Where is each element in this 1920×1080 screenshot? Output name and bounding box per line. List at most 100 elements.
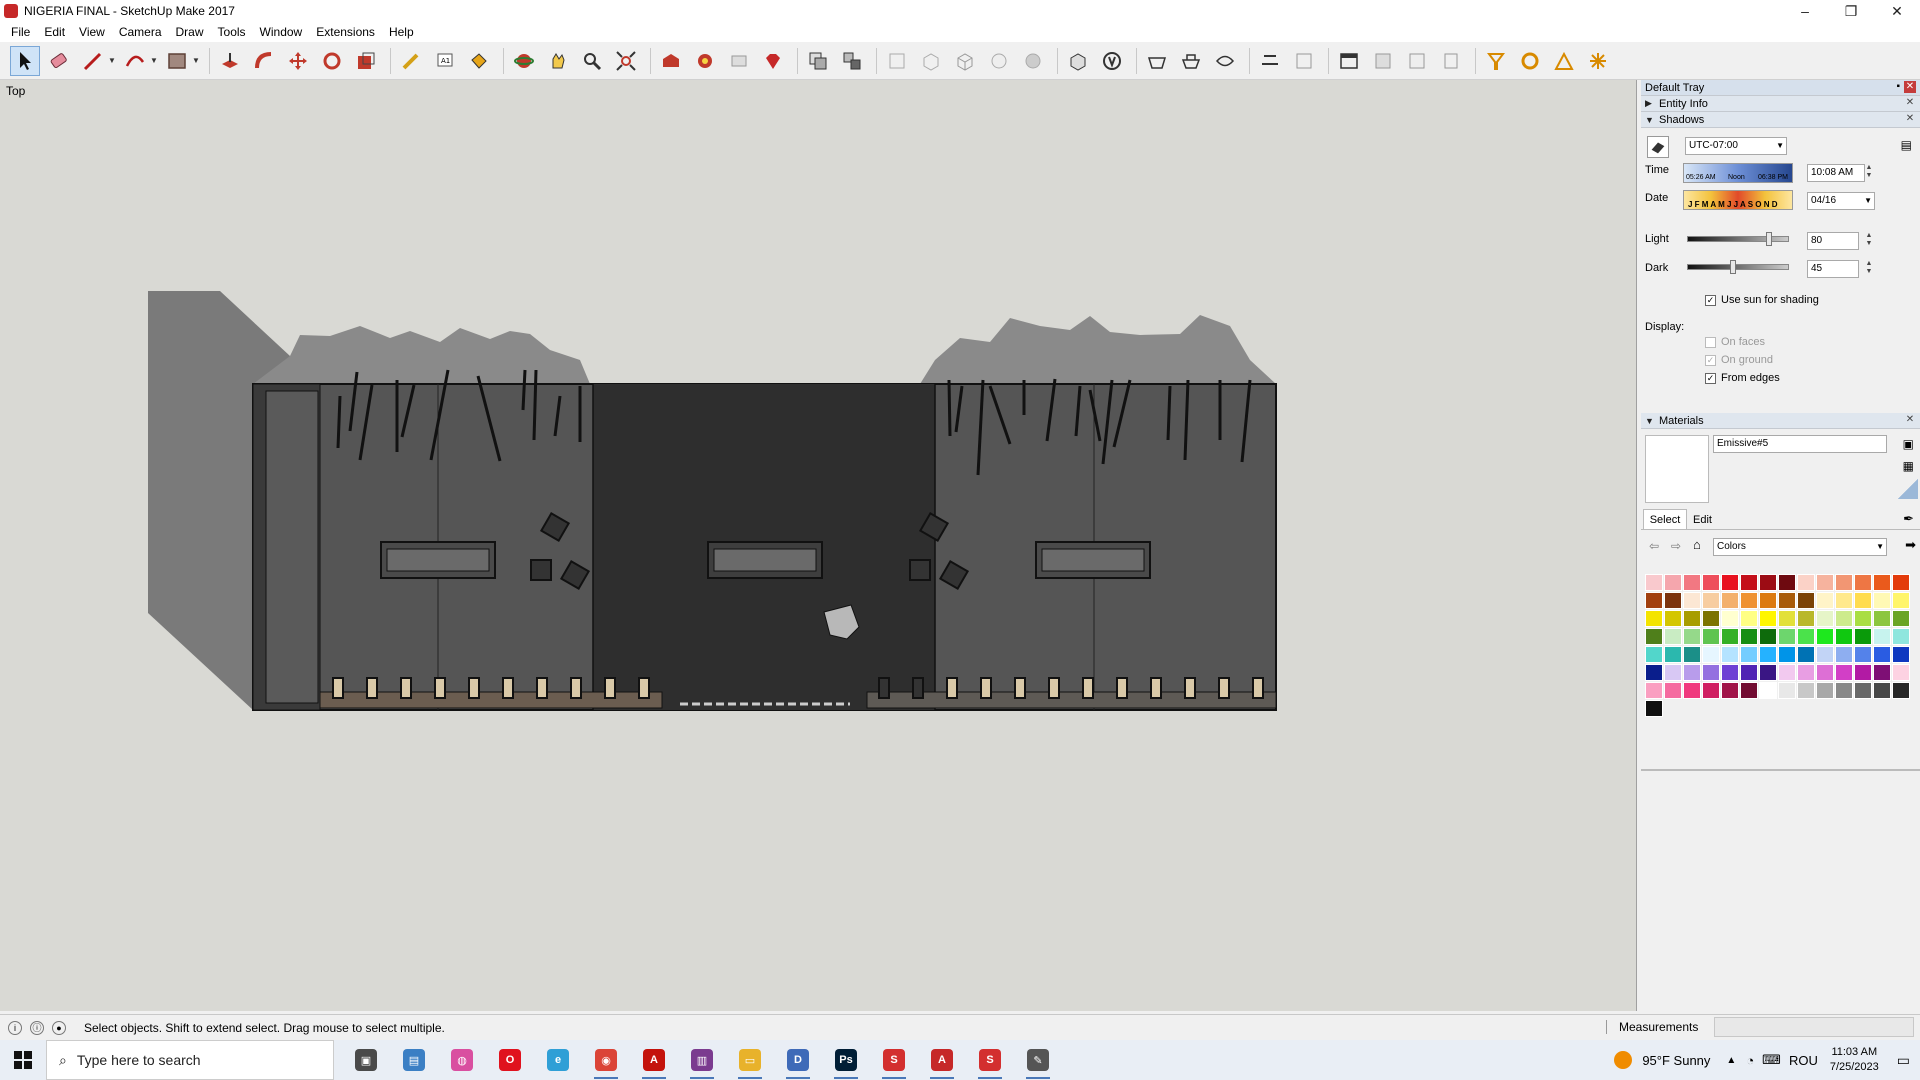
material-swatch[interactable] [1816, 628, 1834, 645]
start-button[interactable] [0, 1040, 46, 1080]
opera-taskbar-button[interactable]: O [486, 1040, 534, 1080]
material-swatch[interactable] [1740, 574, 1758, 591]
materials-close-icon[interactable]: ✕ [1904, 414, 1916, 426]
model-viewport[interactable]: Top [0, 80, 1637, 1011]
menu-help[interactable]: Help [382, 22, 421, 42]
materials-panel-header[interactable]: ▼ Materials ✕ [1641, 413, 1920, 429]
library-select[interactable]: Colors ▼ [1713, 538, 1887, 556]
back-icon[interactable]: ⇦ [1649, 539, 1659, 553]
material-swatch[interactable] [1778, 682, 1796, 699]
material-swatch[interactable] [1645, 646, 1663, 663]
clock[interactable]: 11:03 AM 7/25/2023 [1830, 1045, 1879, 1075]
acrobat-taskbar-button[interactable]: A [630, 1040, 678, 1080]
menu-extensions[interactable]: Extensions [309, 22, 382, 42]
monochrome-icon[interactable] [1097, 46, 1127, 76]
material-swatch[interactable] [1835, 592, 1853, 609]
tab-select[interactable]: Select [1643, 509, 1687, 529]
material-swatch[interactable] [1873, 574, 1891, 591]
pan-icon[interactable] [543, 46, 573, 76]
left-view-icon[interactable] [1334, 46, 1364, 76]
geo-location-icon[interactable]: i [8, 1020, 22, 1035]
material-swatch[interactable] [1816, 592, 1834, 609]
material-swatch[interactable] [1797, 646, 1815, 663]
control-panel-taskbar-button[interactable]: ▤ [390, 1040, 438, 1080]
details-toggle-icon[interactable]: ▤ [1901, 138, 1912, 152]
material-swatch[interactable] [1759, 610, 1777, 627]
winrar-taskbar-button[interactable]: ▥ [678, 1040, 726, 1080]
material-swatch[interactable] [1645, 610, 1663, 627]
material-swatch[interactable] [1854, 664, 1872, 681]
material-swatch[interactable] [1797, 610, 1815, 627]
material-swatch[interactable] [1645, 700, 1663, 717]
look-around-icon[interactable] [1515, 46, 1545, 76]
select-icon[interactable] [10, 45, 40, 76]
forward-icon[interactable]: ⇨ [1671, 539, 1681, 553]
material-swatch[interactable] [1740, 610, 1758, 627]
dark-slider-thumb[interactable] [1729, 260, 1736, 274]
position-camera-icon[interactable] [1481, 46, 1511, 76]
material-swatch[interactable] [1873, 682, 1891, 699]
material-swatch[interactable] [1873, 592, 1891, 609]
material-swatch[interactable] [1797, 664, 1815, 681]
material-swatch[interactable] [1778, 610, 1796, 627]
ruby-icon[interactable] [758, 46, 788, 76]
menu-edit[interactable]: Edit [37, 22, 72, 42]
material-swatch[interactable] [1702, 592, 1720, 609]
material-swatch[interactable] [1797, 574, 1815, 591]
credits-icon[interactable]: ⓘ [30, 1020, 44, 1035]
material-swatch[interactable] [1854, 574, 1872, 591]
sketchup-taskbar-button[interactable]: S [870, 1040, 918, 1080]
color-app-taskbar-button[interactable]: ◍ [438, 1040, 486, 1080]
light-input[interactable]: 80 [1807, 232, 1859, 250]
material-swatch[interactable] [1740, 682, 1758, 699]
material-swatch[interactable] [1835, 628, 1853, 645]
light-slider[interactable] [1687, 236, 1789, 242]
material-swatch[interactable] [1759, 646, 1777, 663]
text-icon[interactable]: A1 [430, 46, 460, 76]
material-swatch[interactable] [1835, 646, 1853, 663]
arc-dropdown-icon[interactable]: ▼ [150, 56, 158, 65]
material-swatch[interactable] [1740, 664, 1758, 681]
material-swatch[interactable] [1664, 574, 1682, 591]
material-swatch[interactable] [1816, 610, 1834, 627]
material-swatch[interactable] [1854, 628, 1872, 645]
material-swatch[interactable] [1702, 628, 1720, 645]
material-swatch[interactable] [1816, 646, 1834, 663]
material-swatch[interactable] [1721, 610, 1739, 627]
language-indicator[interactable]: ROU [1789, 1053, 1818, 1068]
material-swatch[interactable] [1721, 646, 1739, 663]
material-swatch[interactable] [1664, 610, 1682, 627]
material-swatch[interactable] [1778, 646, 1796, 663]
components-icon[interactable] [803, 46, 833, 76]
date-input[interactable]: 04/16 ▼ [1807, 192, 1875, 210]
material-swatch[interactable] [1645, 664, 1663, 681]
zoom-icon[interactable] [577, 46, 607, 76]
follow-me-icon[interactable] [249, 46, 279, 76]
menu-camera[interactable]: Camera [112, 22, 169, 42]
edge-taskbar-button[interactable]: e [534, 1040, 582, 1080]
from-edges-checkbox[interactable]: ✓ From edges [1705, 372, 1780, 384]
menu-view[interactable]: View [72, 22, 112, 42]
material-name-input[interactable]: Emissive#5 [1713, 435, 1887, 453]
use-sun-checkbox[interactable]: ✓ Use sun for shading [1705, 294, 1819, 306]
material-swatch[interactable] [1835, 574, 1853, 591]
move-icon[interactable] [283, 46, 313, 76]
warehouse-icon[interactable] [656, 46, 686, 76]
tray-close-icon[interactable]: ✕ [1904, 81, 1916, 93]
shaded-icon[interactable] [1018, 46, 1048, 76]
arc-icon[interactable] [120, 46, 150, 76]
measurements-input[interactable] [1714, 1017, 1914, 1037]
material-swatch[interactable] [1854, 646, 1872, 663]
material-swatch[interactable] [1892, 682, 1910, 699]
restore-button[interactable]: ❐ [1828, 0, 1874, 22]
walk-icon[interactable] [1549, 46, 1579, 76]
material-swatch[interactable] [1683, 592, 1701, 609]
material-swatch[interactable] [1797, 592, 1815, 609]
material-swatch[interactable] [1892, 628, 1910, 645]
material-swatch[interactable] [1664, 592, 1682, 609]
scale-icon[interactable] [351, 46, 381, 76]
groups-icon[interactable] [837, 46, 867, 76]
material-swatch[interactable] [1702, 646, 1720, 663]
taskbar-search[interactable]: ⌕ Type here to search [46, 1040, 334, 1080]
create-material-icon[interactable]: ▣ [1903, 437, 1914, 451]
